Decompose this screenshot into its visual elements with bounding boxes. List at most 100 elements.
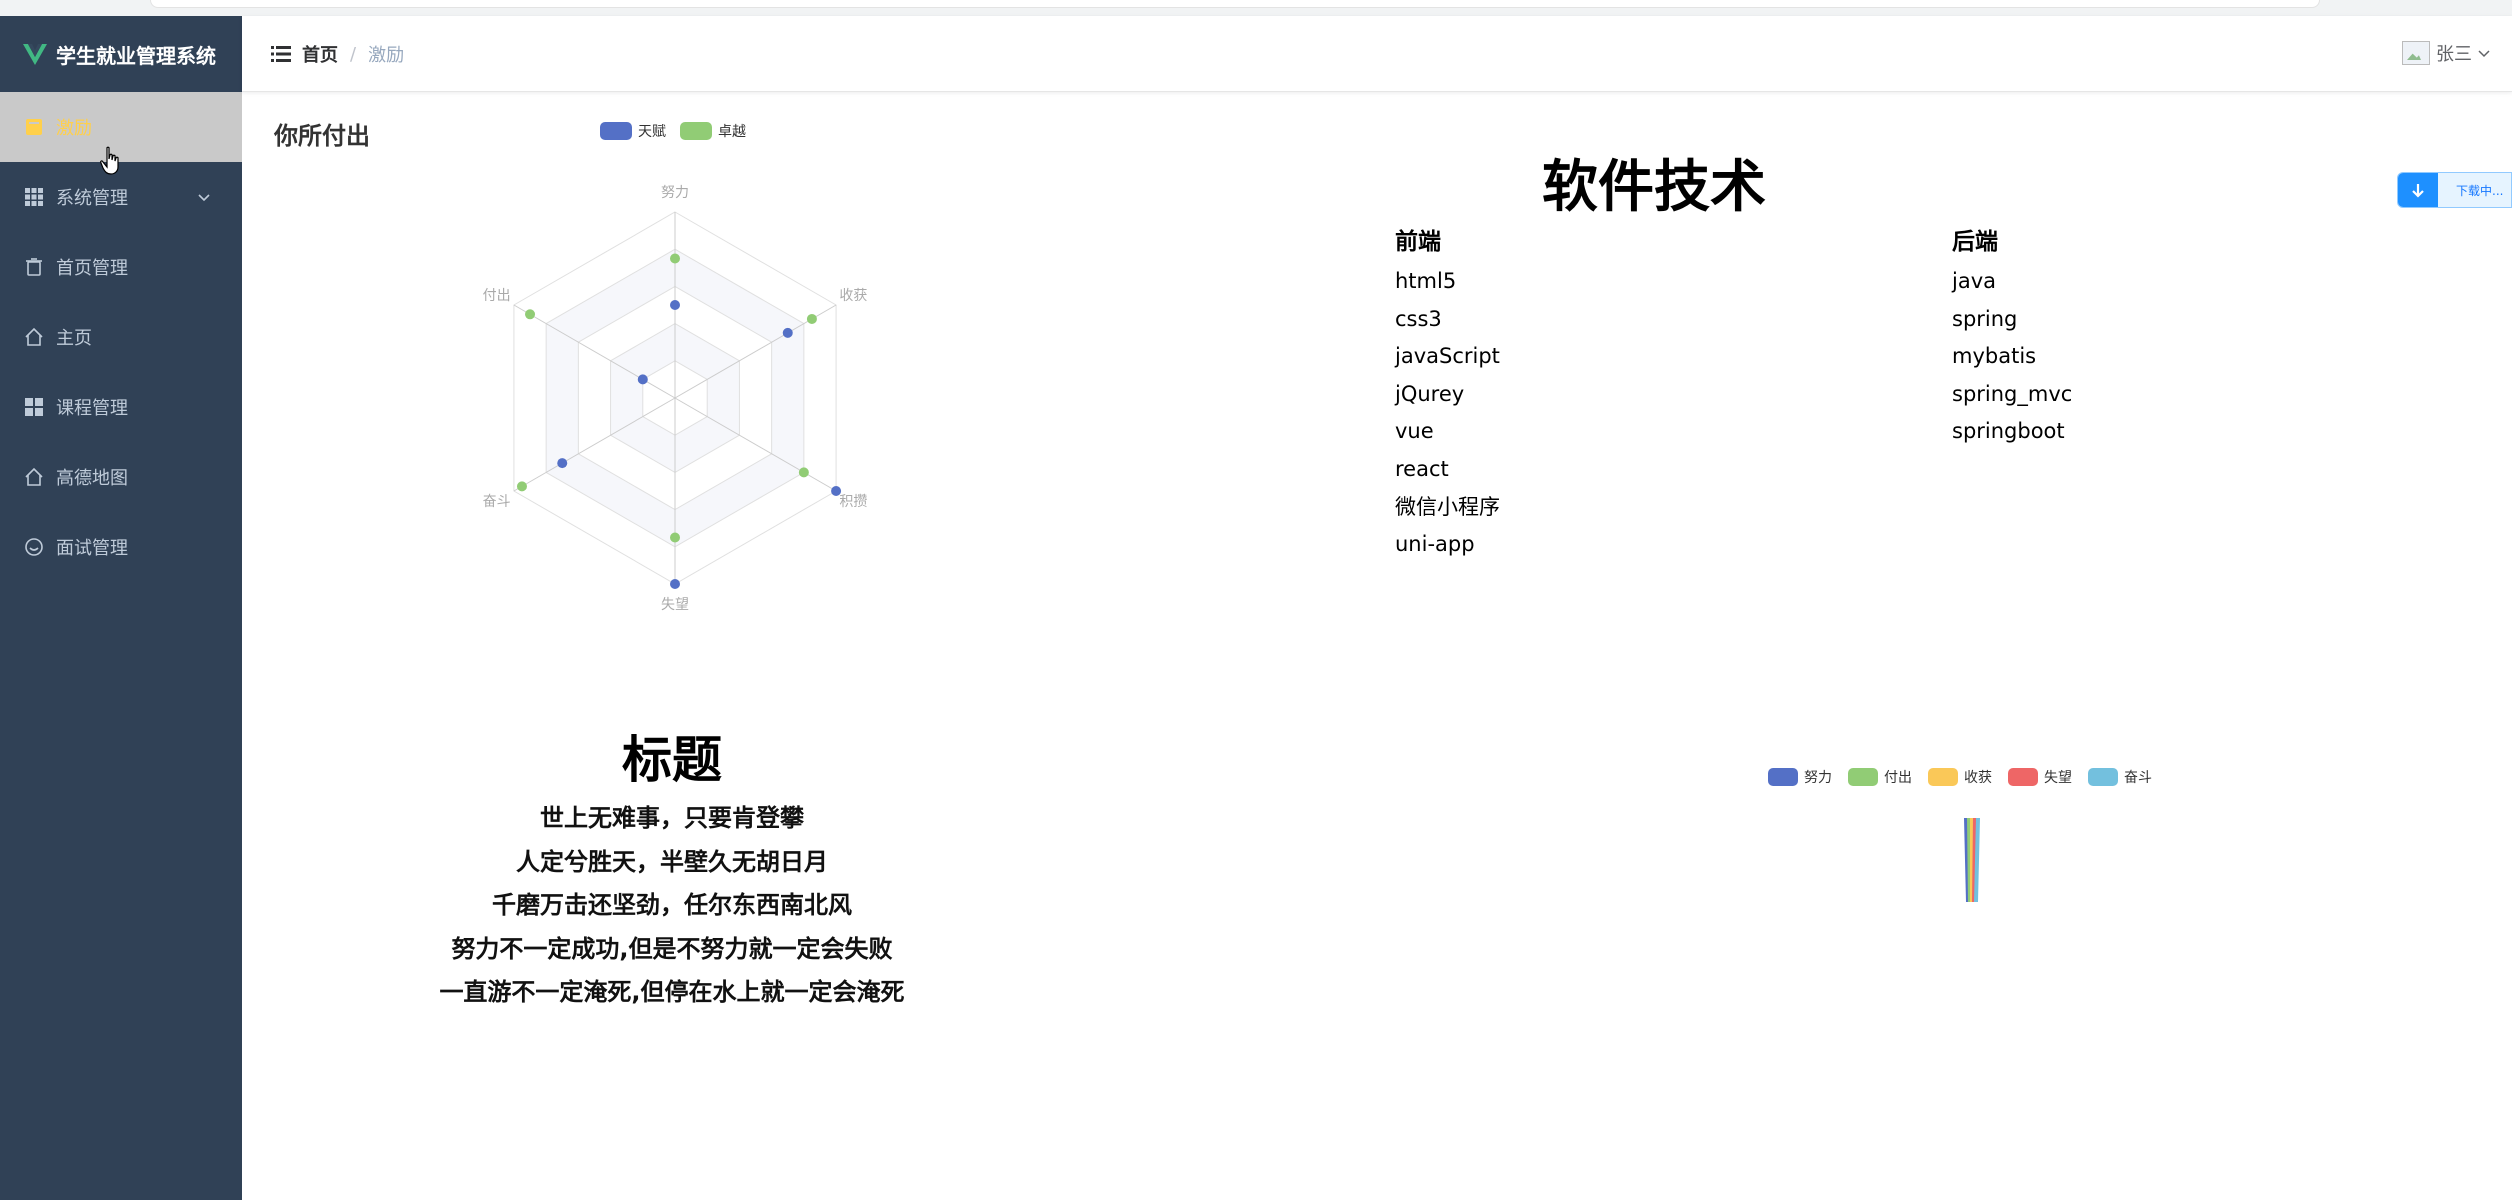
download-arrow-icon[interactable] — [2398, 173, 2438, 207]
legend-label: 失望 — [2044, 770, 2072, 786]
home-icon — [24, 327, 44, 347]
chevron-down-icon — [2478, 50, 2490, 58]
legend-swatch — [2088, 768, 2118, 786]
radar-point — [525, 309, 536, 320]
legend-swatch — [1768, 768, 1798, 786]
avatar[interactable] — [2402, 41, 2430, 65]
backend-heading: 后端 — [1952, 229, 1998, 255]
breadcrumb-current: 激励 — [368, 45, 405, 66]
legend-label: 天赋 — [638, 124, 666, 140]
mouse-pointer-icon — [100, 146, 119, 175]
poem-line: 一直游不一定淹死,但停在水上就一定会淹死 — [439, 978, 905, 1006]
list-item: jQurey — [1395, 381, 1465, 406]
poem-line: 世上无难事，只要肯登攀 — [540, 804, 804, 832]
poem-line: 千磨万击还坚劲，任尔东西南北风 — [492, 891, 852, 919]
tech-title: 软件技术 — [1542, 155, 1766, 220]
list-item: 微信小程序 — [1395, 494, 1500, 519]
sidebar-item-homepage-manage[interactable]: 首页管理 — [0, 232, 242, 302]
breadcrumb: 首页 / 激励 — [302, 41, 404, 67]
legend-label: 奋斗 — [2124, 770, 2152, 786]
legend-label: 收获 — [1964, 770, 1992, 786]
radar-indicator-label: 积攒 — [839, 494, 867, 510]
sidebar-item-interview[interactable]: 面试管理 — [0, 512, 242, 582]
list-item: vue — [1395, 419, 1434, 444]
trash-icon — [24, 257, 44, 277]
poem-line: 努力不一定成功,但是不努力就一定会失败 — [451, 934, 893, 963]
user-name: 张三 — [2436, 44, 2472, 65]
list-item: mybatis — [1952, 344, 2037, 369]
poem-line: 人定兮胜天，半壁久无胡日月 — [516, 847, 828, 876]
radar-point — [798, 467, 809, 478]
sidebar-item-label: 首页管理 — [56, 258, 128, 279]
radar-indicator-label: 奋斗 — [483, 494, 511, 510]
radar-point — [782, 327, 793, 338]
user-dropdown[interactable]: 张三 — [2402, 40, 2492, 66]
download-widget[interactable]: 下载中... — [2397, 172, 2512, 208]
bar-chart: 努力 付出 收获 失望 奋斗 — [1768, 768, 2152, 902]
radar-point — [670, 579, 680, 589]
chevron-down-icon — [198, 194, 210, 202]
sidebar-item-label: 主页 — [56, 328, 92, 349]
radar-point — [557, 458, 568, 469]
list-item: java — [1952, 269, 1996, 293]
frontend-column: 前端 html5 css3 javaScript jQurey vue reac… — [1395, 222, 1500, 567]
browser-bar — [150, 0, 2320, 8]
sidebar-item-course[interactable]: 课程管理 — [0, 372, 242, 442]
legend-swatch — [1848, 768, 1878, 786]
legend-label: 努力 — [1804, 770, 1832, 786]
frontend-heading: 前端 — [1395, 229, 1441, 255]
poem: 世上无难事，只要肯登攀 人定兮胜天，半壁久无胡日月 千磨万击还坚劲，任尔东西南北… — [381, 798, 963, 1016]
radar-indicator-label: 努力 — [661, 185, 689, 201]
list-item: spring — [1952, 306, 2018, 331]
browser-top-strip — [0, 0, 2512, 16]
list-item: javaScript — [1395, 344, 1500, 369]
radar-point — [670, 300, 680, 310]
grid-icon — [24, 187, 44, 207]
breadcrumb-separator: / — [350, 43, 357, 65]
radar-point — [637, 374, 648, 385]
radar-point — [670, 253, 680, 264]
legend-swatch — [600, 122, 632, 140]
radar-indicator-label: 收获 — [839, 288, 867, 304]
legend-label: 卓越 — [718, 124, 746, 140]
radar-point — [831, 486, 842, 496]
list-item: spring_mvc — [1952, 381, 2073, 406]
breadcrumb-home[interactable]: 首页 — [302, 41, 338, 67]
legend-swatch — [680, 122, 712, 140]
vue-logo-icon — [23, 44, 47, 65]
radar-chart: 努力收获积攒失望 奋斗 付出 天赋 卓越 — [483, 122, 867, 613]
hamburger-icon[interactable] — [270, 43, 292, 65]
app-title: 学生就业管理系统 — [56, 43, 216, 68]
apps-icon — [24, 397, 44, 417]
radar-indicator-label: 付出 — [483, 288, 511, 304]
sidebar-item-home[interactable]: 主页 — [0, 302, 242, 372]
download-status: 下载中... — [2456, 184, 2504, 198]
navbar: 首页 / 激励 张三 — [242, 16, 2512, 92]
radar-point — [516, 481, 527, 492]
legend-swatch — [2008, 768, 2038, 786]
main-content: 你所付出 努力 收获 积攒 失望 奋斗 付出 天赋 卓越 软件技术 前端 html5 css3… — [242, 92, 2512, 1200]
list-item: css3 — [1395, 306, 1442, 331]
sidebar-item-label: 激励 — [56, 118, 92, 139]
sidebar-item-map[interactable]: 高德地图 — [0, 442, 242, 512]
sidebar-item-label: 系统管理 — [56, 188, 128, 209]
radar-point — [806, 313, 817, 324]
backend-column: 后端 java spring mybatis spring_mvc spring… — [1952, 222, 2072, 454]
app-logo[interactable]: 学生就业管理系统 — [0, 16, 242, 92]
book-icon — [24, 117, 44, 137]
poem-title: 标题 — [622, 731, 722, 789]
legend-label: 付出 — [1884, 770, 1912, 786]
list-item: html5 — [1395, 269, 1457, 293]
smile-icon — [24, 537, 44, 557]
radar-point — [670, 532, 680, 543]
sidebar-item-label: 面试管理 — [56, 538, 128, 559]
list-item: springboot — [1952, 419, 2065, 444]
legend-swatch — [1928, 768, 1958, 786]
sidebar-item-label: 课程管理 — [56, 398, 128, 419]
list-item: uni-app — [1395, 532, 1475, 557]
list-item: react — [1395, 456, 1449, 481]
home-icon — [24, 467, 44, 487]
radar-indicator-label: 失望 — [661, 597, 689, 613]
sidebar: 学生就业管理系统 激励 系统管理 首页管理 主页 课程管理 高德地图 面试管理 — [0, 16, 242, 1200]
sidebar-item-label: 高德地图 — [56, 468, 128, 489]
